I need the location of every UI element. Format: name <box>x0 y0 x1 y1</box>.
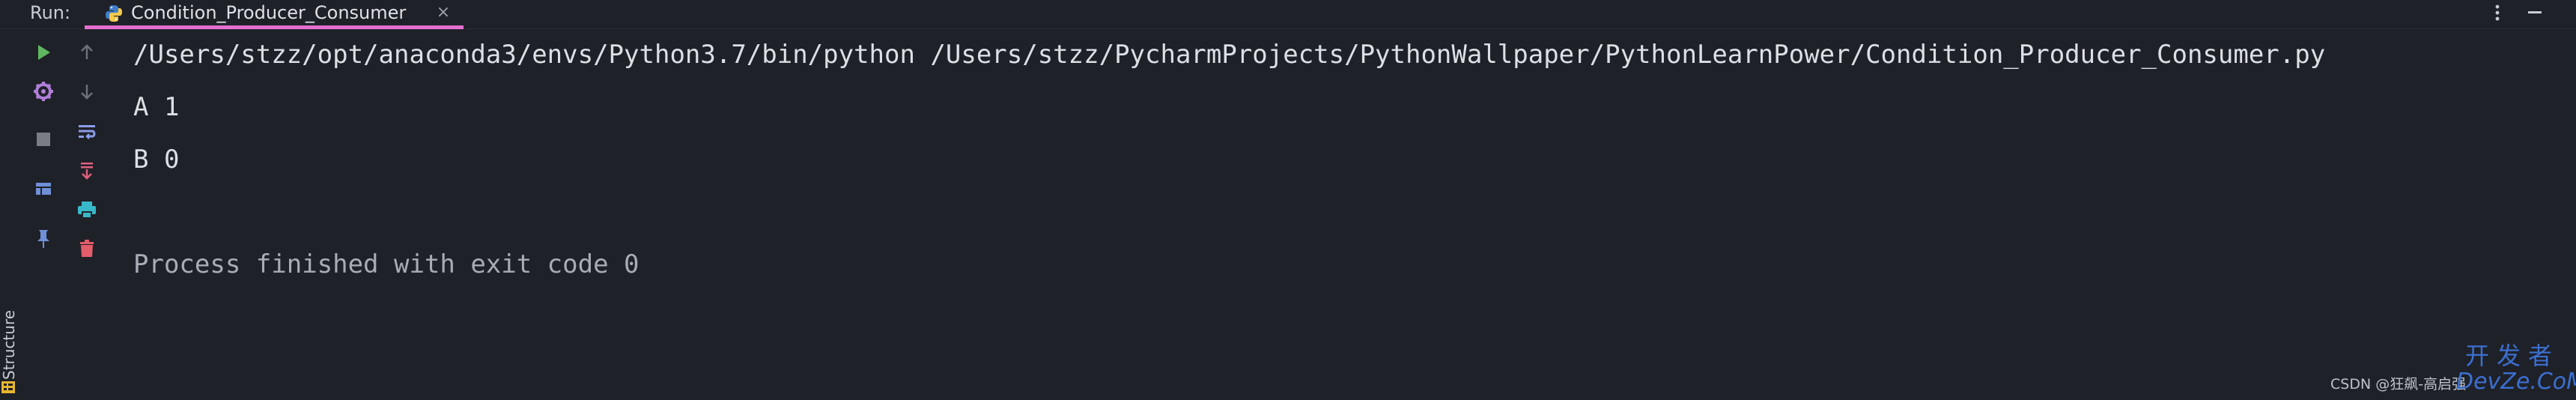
tab-condition-producer-consumer[interactable]: Condition_Producer_Consumer × <box>85 0 464 29</box>
rerun-icon[interactable] <box>28 37 58 67</box>
pin-icon[interactable] <box>28 223 58 253</box>
layout-icon[interactable] <box>28 174 58 204</box>
run-label: Run: <box>30 2 71 23</box>
scroll-to-end-icon[interactable] <box>72 156 102 186</box>
minimize-icon[interactable] <box>2524 1 2546 24</box>
settings-icon[interactable] <box>28 76 58 106</box>
console-line-output: A 1 <box>133 92 180 122</box>
soft-wrap-icon[interactable] <box>72 117 102 147</box>
csdn-watermark: CSDN @狂飙-高启强 <box>2330 376 2467 393</box>
run-tool-window-header: Run: Condition_Producer_Consumer × <box>0 0 2576 29</box>
left-tool-strip: Structure <box>0 29 22 400</box>
structure-tab[interactable]: Structure <box>0 305 19 380</box>
console-line-output: B 0 <box>133 145 180 175</box>
arrow-up-icon[interactable] <box>72 37 102 67</box>
tab-title: Condition_Producer_Consumer <box>131 2 407 23</box>
close-icon[interactable]: × <box>434 3 453 22</box>
python-file-icon <box>104 4 124 23</box>
trash-icon[interactable] <box>72 234 102 264</box>
devze-watermark: 开发者 DevZe.CoM <box>2456 342 2576 399</box>
devze-watermark-en: DevZe.CoM <box>2456 369 2576 395</box>
more-vertical-icon[interactable] <box>2486 1 2509 24</box>
arrow-down-icon[interactable] <box>72 76 102 106</box>
active-tab-indicator <box>85 25 464 29</box>
run-tool-window: Run: Condition_Producer_Consumer × Struc… <box>0 0 2576 400</box>
stop-icon[interactable] <box>28 124 58 154</box>
print-icon[interactable] <box>72 195 102 225</box>
console-line-exit-status: Process finished with exit code 0 <box>133 249 640 279</box>
structure-icon[interactable] <box>1 380 16 395</box>
devze-watermark-cn: 开发者 <box>2464 342 2560 370</box>
console-line-command: /Users/stzz/opt/anaconda3/envs/Python3.7… <box>133 40 2326 70</box>
